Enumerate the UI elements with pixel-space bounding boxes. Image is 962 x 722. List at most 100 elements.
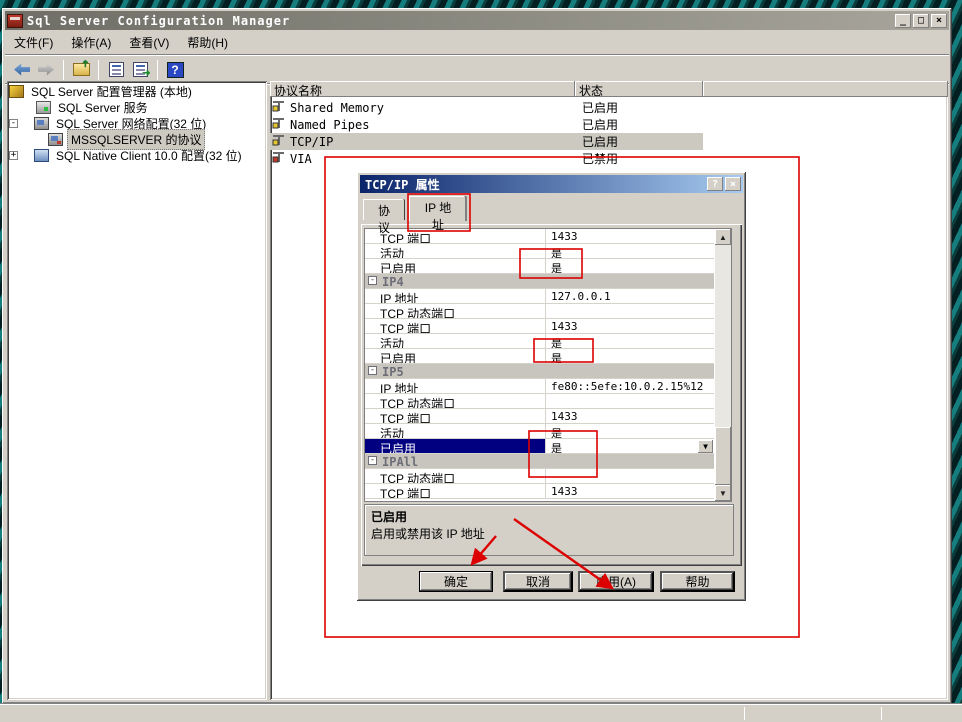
grid-property-row[interactable]: TCP 动态端口	[365, 394, 714, 409]
dialog-help-icon[interactable]: ?	[707, 177, 723, 191]
toolbar: ?	[5, 56, 949, 84]
protocol-status: 已禁用	[582, 152, 619, 166]
grid-property-label: TCP 端口	[365, 229, 546, 243]
grid-property-row[interactable]: 已启用是 ▼	[365, 439, 714, 454]
dropdown-icon[interactable]: ▼	[698, 440, 713, 453]
cancel-button[interactable]: 取消	[503, 571, 573, 592]
grid-property-value[interactable]	[546, 304, 714, 318]
tree-item-sql-native-client-config[interactable]: + SQL Native Client 10.0 配置(32 位)	[9, 147, 245, 163]
apply-button[interactable]: 应用(A)	[578, 571, 654, 592]
collapse-icon[interactable]: -	[368, 366, 377, 375]
grid-property-row[interactable]: 已启用是	[365, 349, 714, 364]
protocol-name: Named Pipes	[290, 117, 370, 132]
protocol-row[interactable]: TCP/IP 已启用	[270, 133, 703, 150]
grid-property-value[interactable]: fe80::5efe:10.0.2.15%12	[546, 379, 714, 393]
help-button[interactable]: 帮助	[660, 571, 735, 592]
list-header: 协议名称 状态	[270, 81, 948, 98]
toolbar-separator	[157, 59, 158, 80]
grid-property-row[interactable]: 活动是	[365, 424, 714, 439]
grid-property-row[interactable]: 已启用是	[365, 259, 714, 274]
scroll-down-icon[interactable]: ▼	[715, 485, 731, 501]
grid-property-value[interactable]	[546, 469, 714, 483]
grid-property-row[interactable]: TCP 端口 1433	[365, 229, 714, 244]
protocol-icon	[272, 117, 286, 132]
grid-property-row[interactable]: TCP 端口 1433	[365, 319, 714, 334]
grid-property-label: IP 地址	[365, 379, 546, 393]
protocol-row[interactable]: Shared Memory 已启用	[270, 99, 948, 116]
grid-property-label: TCP 动态端口	[365, 394, 546, 408]
protocol-row[interactable]: VIA 已禁用	[270, 150, 948, 167]
grid-property-value[interactable]: 1433	[546, 484, 714, 498]
properties-icon[interactable]	[105, 59, 127, 81]
protocols-icon	[48, 132, 63, 146]
grid-property-row[interactable]: TCP 动态端口	[365, 304, 714, 319]
tcpip-properties-dialog: TCP/IP 属性 ? × TCP 端口 1433 活动是已启用是 - IP4 IP 地址…	[357, 172, 746, 601]
grid-property-value[interactable]: 是	[546, 424, 714, 438]
grid-property-row[interactable]: IP 地址 127.0.0.1	[365, 289, 714, 304]
forward-icon[interactable]	[35, 59, 57, 81]
menu-item-help[interactable]: 帮助(H)	[178, 31, 237, 54]
collapse-icon[interactable]: -	[368, 456, 377, 465]
menu-item-action[interactable]: 操作(A)	[62, 31, 120, 54]
grid-property-value[interactable]: 是	[546, 334, 714, 348]
minimize-button[interactable]: _	[895, 13, 911, 28]
grid-property-value[interactable]: 是	[546, 244, 714, 258]
grid-property-row[interactable]: TCP 端口 1433	[365, 409, 714, 424]
menu-item-view[interactable]: 查看(V)	[120, 31, 178, 54]
grid-section-ip4[interactable]: - IP4	[365, 274, 714, 289]
back-icon[interactable]	[11, 59, 33, 81]
grid-property-row[interactable]: IP 地址 fe80::5efe:10.0.2.15%12	[365, 379, 714, 394]
grid-property-row[interactable]: TCP 动态端口	[365, 469, 714, 484]
tab-protocol[interactable]: 协议	[363, 199, 405, 235]
protocol-status: 已启用	[582, 135, 619, 149]
grid-property-label: TCP 动态端口	[365, 304, 546, 318]
column-status[interactable]: 状态	[575, 81, 703, 98]
tree-item-label: SQL Native Client 10.0 配置(32 位)	[56, 148, 242, 163]
grid-property-value[interactable]: 1433	[546, 319, 714, 333]
grid-property-value[interactable]	[546, 394, 714, 408]
menu-item-file[interactable]: 文件(F)	[5, 31, 62, 54]
scroll-up-icon[interactable]: ▲	[715, 229, 731, 245]
dialog-title-bar[interactable]: TCP/IP 属性 ? ×	[360, 175, 743, 193]
grid-property-label: TCP 端口	[365, 319, 546, 333]
scroll-thumb[interactable]	[715, 427, 731, 485]
grid-property-label: TCP 端口	[365, 484, 546, 498]
grid-property-label: 已启用	[365, 439, 546, 453]
grid-property-row[interactable]: 活动是	[365, 244, 714, 259]
grid-section-ip5[interactable]: - IP5	[365, 364, 714, 379]
tab-ip-address[interactable]: IP 地址	[409, 196, 467, 232]
grid-property-value[interactable]: 是	[546, 349, 714, 363]
protocol-status: 已启用	[582, 101, 619, 115]
column-protocol-name[interactable]: 协议名称	[270, 81, 575, 98]
grid-section-ipall[interactable]: - IPAll	[365, 454, 714, 469]
collapse-icon[interactable]: -	[368, 276, 377, 285]
grid-property-value[interactable]: 1433	[546, 229, 714, 243]
maximize-button[interactable]: □	[913, 13, 929, 28]
grid-property-label: TCP 端口	[365, 409, 546, 423]
grid-property-row[interactable]: TCP 端口 1433	[365, 484, 714, 499]
protocol-row[interactable]: Named Pipes 已启用	[270, 116, 948, 133]
grid-property-row[interactable]: 活动是	[365, 334, 714, 349]
help-icon[interactable]: ?	[164, 59, 186, 81]
up-folder-icon[interactable]	[70, 59, 92, 81]
window-title: Sql Server Configuration Manager	[27, 13, 291, 28]
ok-button[interactable]: 确定	[419, 571, 493, 592]
protocol-icon	[272, 100, 286, 115]
dialog-close-icon[interactable]: ×	[725, 177, 741, 191]
taskbar-divider	[881, 707, 882, 720]
dialog-buttons: 确定 取消 应用(A) 帮助	[357, 571, 746, 593]
grid-property-value[interactable]: 是	[546, 259, 714, 273]
protocol-icon	[272, 151, 286, 166]
grid-property-value[interactable]: 127.0.0.1	[546, 289, 714, 303]
taskbar[interactable]	[0, 704, 962, 722]
tree-expander-icon[interactable]: +	[9, 150, 18, 160]
close-button[interactable]: ×	[931, 13, 947, 28]
grid-property-value[interactable]: 1433	[546, 409, 714, 423]
tree-expander-icon[interactable]: -	[9, 118, 18, 128]
ip-property-grid: TCP 端口 1433 活动是已启用是 - IP4 IP 地址 127.0.0.1 TCP 动…	[364, 228, 732, 502]
grid-property-value[interactable]: 是 ▼	[546, 439, 714, 453]
title-bar[interactable]: Sql Server Configuration Manager _ □ ×	[5, 11, 949, 30]
export-list-icon[interactable]	[129, 59, 151, 81]
app-icon	[7, 13, 23, 28]
grid-scrollbar[interactable]: ▲ ▼	[715, 229, 731, 501]
